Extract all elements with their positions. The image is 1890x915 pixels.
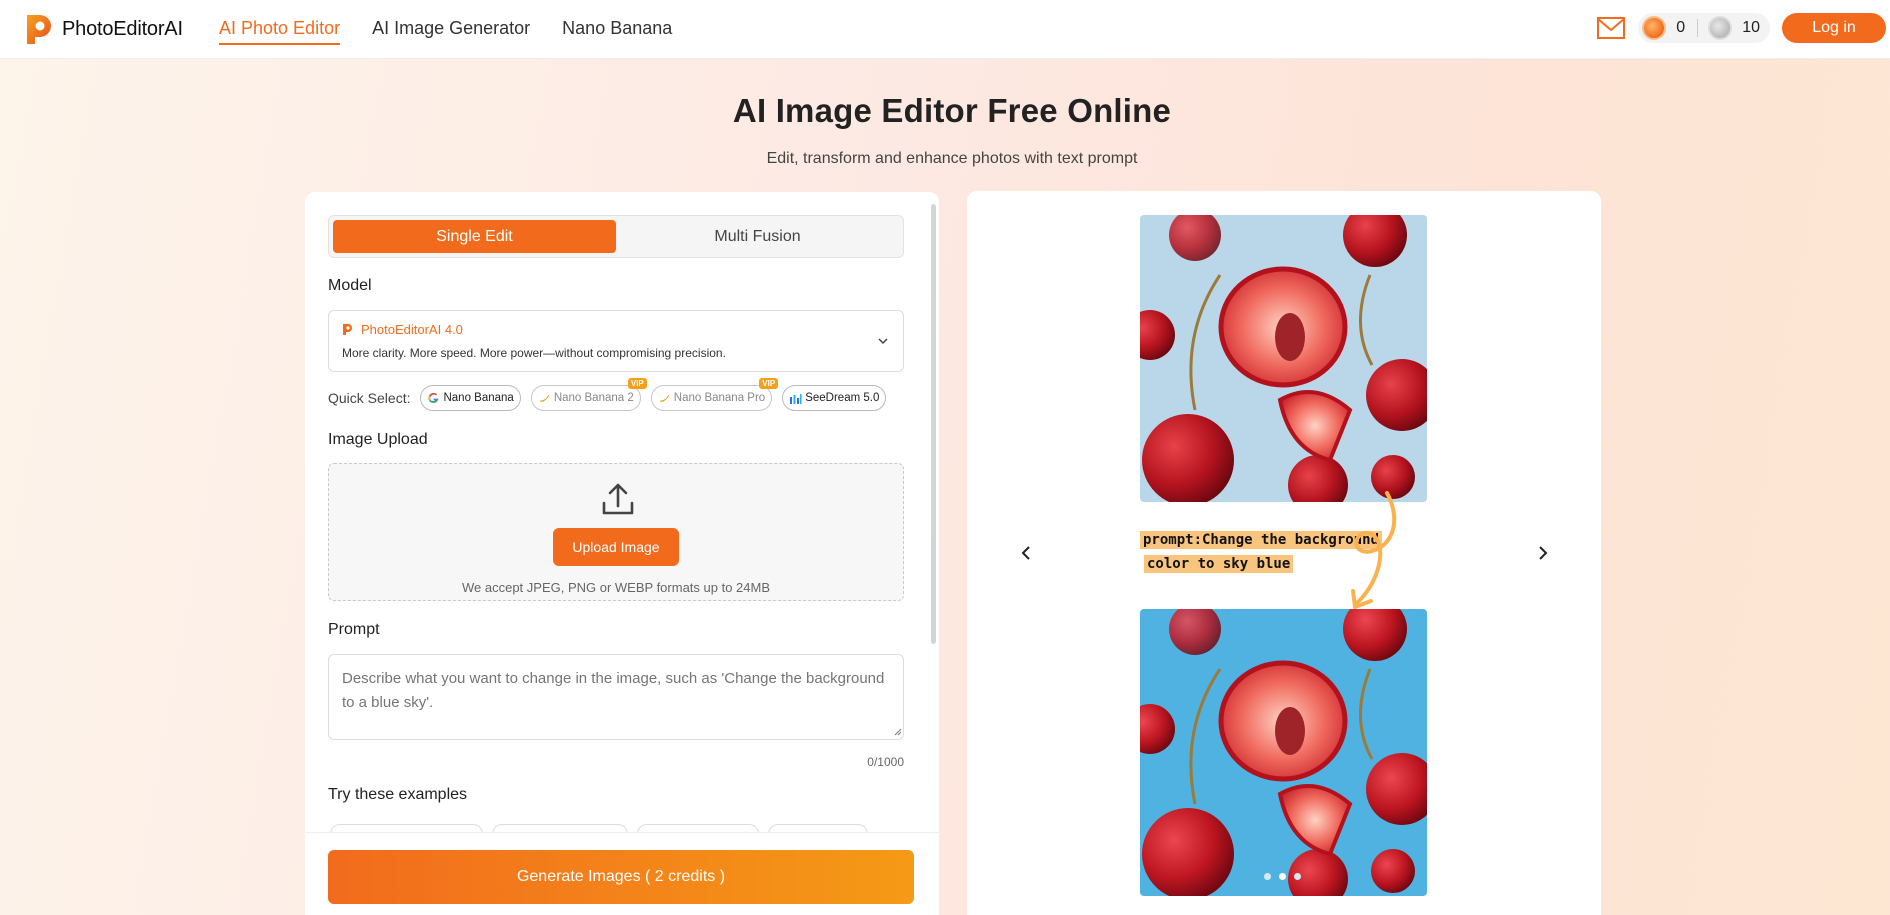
top-navbar: PhotoEditorAI AI Photo Editor AI Image G… [0,0,1890,59]
credits-pill[interactable]: 0 10 [1638,13,1770,43]
carousel-dot-active[interactable] [1279,873,1286,880]
prompt-label: Prompt [328,621,380,638]
prompt-tag-text: prompt:Change the background [1140,531,1383,549]
vip-badge: VIP [759,378,779,389]
bars-icon [790,393,802,404]
image-dropzone[interactable]: Upload Image We accept JPEG, PNG or WEBP… [328,463,904,601]
quick-select-label-text: SeeDream 5.0 [805,392,880,404]
quick-select-seedream[interactable]: SeeDream 5.0 [782,385,887,411]
image-upload-label: Image Upload [328,431,428,448]
prompt-textarea[interactable] [328,654,904,740]
main-nav: AI Photo Editor AI Image Generator Nano … [219,18,704,45]
quick-select-row: Quick Select: Nano Banana Nano Banana 2 … [328,378,887,411]
examples-label: Try these examples [328,786,468,803]
paid-credits-count: 0 [1676,19,1686,36]
carousel-dots [1264,873,1309,880]
nav-ai-image-generator[interactable]: AI Image Generator [372,18,530,45]
prompt-tag-line-2: color to sky blue [1144,555,1294,573]
showcase-panel: prompt:Change the background color to sk… [967,191,1601,915]
editor-panel: Single Edit Multi Fusion Model PhotoEdit… [305,192,939,915]
model-select[interactable]: PhotoEditorAI 4.0 More clarity. More spe… [328,310,904,372]
quick-select-nano-banana-pro[interactable]: Nano Banana Pro VIP [650,378,779,411]
chevron-down-icon [878,338,888,345]
nav-ai-photo-editor[interactable]: AI Photo Editor [219,18,341,45]
chevron-right-icon[interactable] [1533,544,1551,562]
page-title: AI Image Editor Free Online [732,92,1172,129]
tab-multi-fusion[interactable]: Multi Fusion [616,220,899,253]
panel-scrollbar[interactable] [931,204,936,644]
tab-single-edit[interactable]: Single Edit [333,220,616,253]
nav-nano-banana[interactable]: Nano Banana [562,18,672,45]
model-description: More clarity. More speed. More power—wit… [342,346,726,360]
upload-image-button[interactable]: Upload Image [553,528,679,566]
vip-badge: VIP [627,378,647,389]
google-icon [428,392,439,403]
quick-select-label: Quick Select: [328,390,411,406]
model-logo-icon [343,324,352,335]
resize-grip-icon[interactable] [894,728,902,736]
cherries-illustration [1140,215,1427,502]
login-button[interactable]: Log in [1782,13,1886,43]
banana-icon [659,394,670,402]
edit-mode-tabs: Single Edit Multi Fusion [328,215,904,258]
free-credit-coin-icon [1708,16,1733,40]
cherries-illustration [1140,609,1427,896]
prompt-tag-line-1: prompt:Change the background [1140,531,1383,549]
banana-icon [539,394,550,402]
logo-p-icon [27,15,51,44]
model-name-text: PhotoEditorAI 4.0 [361,322,463,337]
carousel-dot[interactable] [1264,873,1271,880]
chevron-left-icon[interactable] [1018,544,1036,562]
quick-select-nano-banana-2[interactable]: Nano Banana 2 VIP [530,378,647,411]
upload-format-note: We accept JPEG, PNG or WEBP formats up t… [461,580,771,595]
quick-select-label-text: Nano Banana [443,392,514,404]
prompt-char-counter: 0/1000 [867,755,904,769]
carousel-dot[interactable] [1294,873,1301,880]
brand-name: PhotoEditorAI [62,17,183,40]
brand-logo[interactable]: PhotoEditorAI [24,12,183,46]
free-credits-count: 10 [1742,19,1760,36]
paid-credit-coin-icon [1642,16,1667,40]
mail-icon[interactable] [1596,13,1626,43]
page-subtitle: Edit, transform and enhance photos with … [766,150,1138,167]
prompt-tag-text: color to sky blue [1144,555,1294,573]
quick-select-label-text: Nano Banana 2 [553,392,634,404]
generate-images-button[interactable]: Generate Images ( 2 credits ) [328,850,914,904]
model-name: PhotoEditorAI 4.0 [342,322,463,337]
credits-divider [1697,19,1699,37]
upload-icon [602,483,634,515]
quick-select-nano-banana[interactable]: Nano Banana [420,385,521,411]
model-label: Model [328,277,372,294]
after-image [1140,609,1427,896]
quick-select-label-text: Nano Banana Pro [673,392,766,404]
before-image [1140,215,1427,502]
header-actions: 0 10 Log in [1596,13,1886,43]
